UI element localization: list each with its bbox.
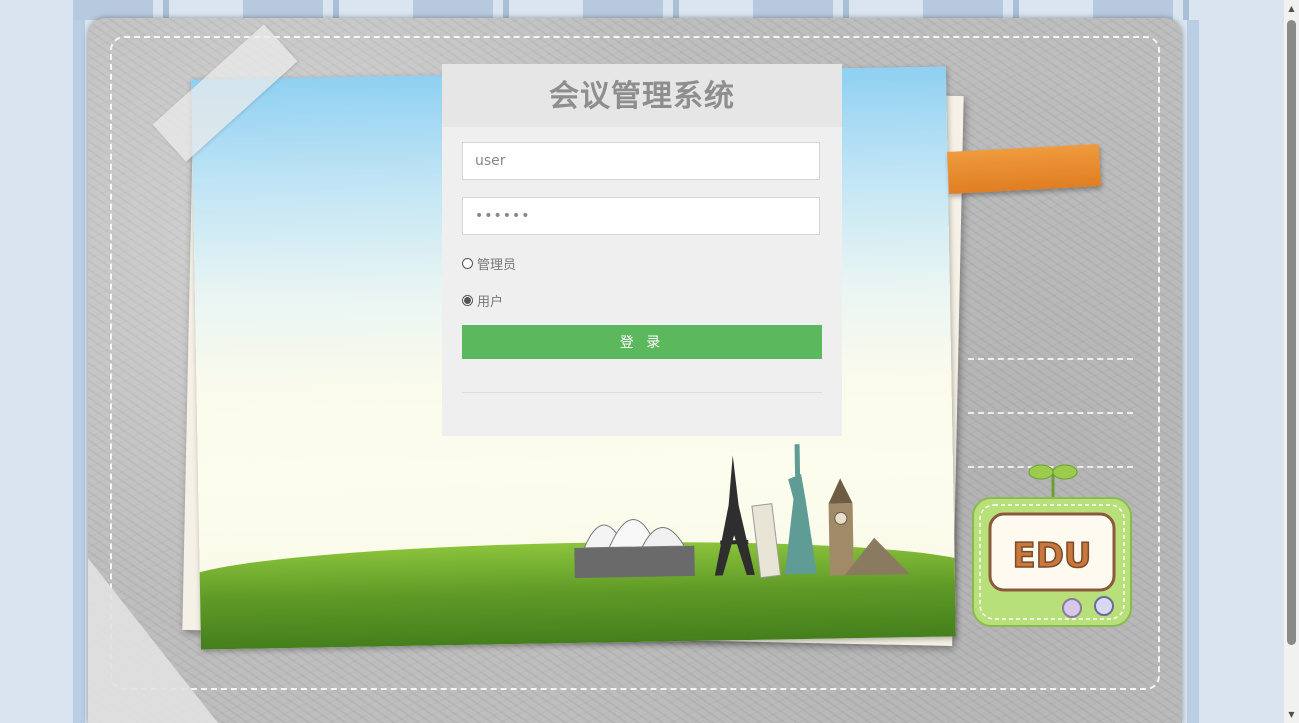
login-button[interactable]: 登 录 <box>462 325 822 359</box>
role-option-admin[interactable]: 管理员 <box>462 254 516 273</box>
stitch-line <box>968 358 1133 360</box>
edu-badge-text: EDU <box>1012 536 1091 576</box>
role-option-user[interactable]: 用户 <box>462 291 503 310</box>
world-landmarks-illustration <box>574 444 910 579</box>
scroll-up-arrow-icon[interactable]: ▲ <box>1284 0 1299 17</box>
page-side-left <box>73 0 85 723</box>
password-input[interactable] <box>462 197 820 235</box>
scrollbar-thumb[interactable] <box>1287 20 1296 645</box>
username-input[interactable] <box>462 142 820 180</box>
login-panel: 会议管理系统 管理员 用户 登 录 <box>442 64 842 436</box>
role-label-user: 用户 <box>477 295 504 310</box>
stitch-line <box>968 412 1133 414</box>
page-side-right <box>1187 0 1199 723</box>
page-scrollbar[interactable]: ▲ ▼ <box>1284 0 1299 723</box>
top-stripe-decoration <box>73 0 1199 20</box>
edu-tv-icon: EDU <box>972 464 1132 627</box>
scroll-down-arrow-icon[interactable]: ▼ <box>1284 706 1299 723</box>
role-radio-user[interactable] <box>462 295 473 306</box>
tape-strip-orange <box>947 144 1101 194</box>
role-label-admin: 管理员 <box>477 258 517 273</box>
login-title: 会议管理系统 <box>442 64 842 127</box>
role-radio-admin[interactable] <box>462 258 473 269</box>
page-corner-fold <box>88 558 218 723</box>
login-divider <box>462 392 822 393</box>
